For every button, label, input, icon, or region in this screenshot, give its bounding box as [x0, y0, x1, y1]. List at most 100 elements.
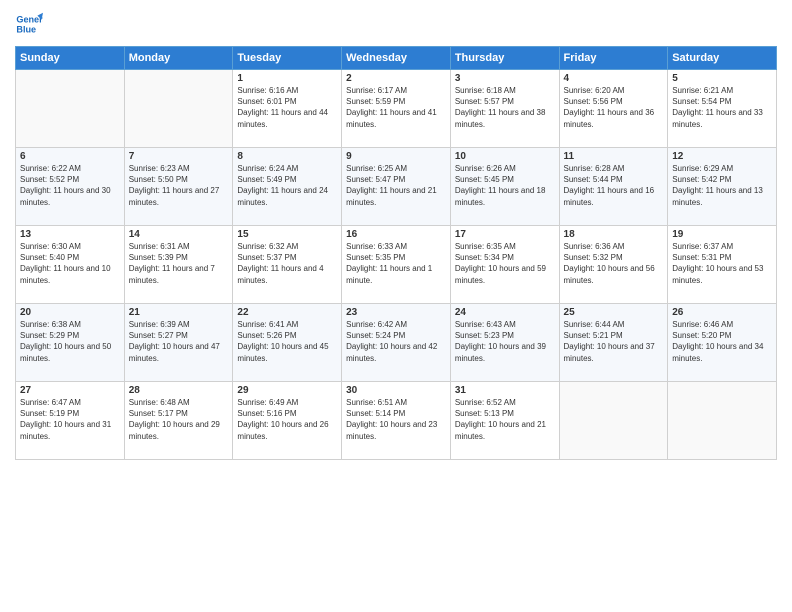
day-info: Daylight: 10 hours and 42 minutes.	[346, 341, 446, 363]
day-info: Sunset: 5:39 PM	[129, 252, 229, 263]
day-number: 10	[455, 151, 555, 162]
day-info: Sunrise: 6:41 AM	[237, 319, 337, 330]
day-number: 1	[237, 73, 337, 84]
day-info: Daylight: 10 hours and 31 minutes.	[20, 419, 120, 441]
day-cell	[124, 70, 233, 148]
day-number: 22	[237, 307, 337, 318]
day-info: Daylight: 11 hours and 44 minutes.	[237, 107, 337, 129]
day-info: Sunset: 5:45 PM	[455, 174, 555, 185]
day-info: Sunrise: 6:24 AM	[237, 163, 337, 174]
day-info: Daylight: 10 hours and 47 minutes.	[129, 341, 229, 363]
day-number: 24	[455, 307, 555, 318]
day-number: 14	[129, 229, 229, 240]
day-info: Sunset: 5:31 PM	[672, 252, 772, 263]
day-info: Sunrise: 6:26 AM	[455, 163, 555, 174]
day-info: Daylight: 11 hours and 7 minutes.	[129, 263, 229, 285]
day-cell: 25Sunrise: 6:44 AMSunset: 5:21 PMDayligh…	[559, 304, 668, 382]
day-number: 30	[346, 385, 446, 396]
day-number: 31	[455, 385, 555, 396]
day-number: 23	[346, 307, 446, 318]
day-info: Sunset: 5:40 PM	[20, 252, 120, 263]
day-number: 12	[672, 151, 772, 162]
header-row: SundayMondayTuesdayWednesdayThursdayFrid…	[16, 47, 777, 70]
day-info: Daylight: 10 hours and 45 minutes.	[237, 341, 337, 363]
day-cell: 9Sunrise: 6:25 AMSunset: 5:47 PMDaylight…	[342, 148, 451, 226]
day-info: Daylight: 11 hours and 38 minutes.	[455, 107, 555, 129]
day-info: Sunset: 5:27 PM	[129, 330, 229, 341]
day-info: Sunrise: 6:21 AM	[672, 85, 772, 96]
day-number: 18	[564, 229, 664, 240]
day-info: Sunset: 5:24 PM	[346, 330, 446, 341]
day-info: Daylight: 11 hours and 36 minutes.	[564, 107, 664, 129]
day-info: Daylight: 10 hours and 21 minutes.	[455, 419, 555, 441]
day-number: 27	[20, 385, 120, 396]
week-row-5: 27Sunrise: 6:47 AMSunset: 5:19 PMDayligh…	[16, 382, 777, 460]
day-number: 29	[237, 385, 337, 396]
day-info: Daylight: 11 hours and 16 minutes.	[564, 185, 664, 207]
day-cell: 10Sunrise: 6:26 AMSunset: 5:45 PMDayligh…	[450, 148, 559, 226]
day-cell: 11Sunrise: 6:28 AMSunset: 5:44 PMDayligh…	[559, 148, 668, 226]
day-number: 3	[455, 73, 555, 84]
day-cell: 30Sunrise: 6:51 AMSunset: 5:14 PMDayligh…	[342, 382, 451, 460]
day-info: Sunrise: 6:46 AM	[672, 319, 772, 330]
day-cell: 8Sunrise: 6:24 AMSunset: 5:49 PMDaylight…	[233, 148, 342, 226]
day-info: Daylight: 10 hours and 37 minutes.	[564, 341, 664, 363]
day-info: Sunset: 5:37 PM	[237, 252, 337, 263]
day-cell: 15Sunrise: 6:32 AMSunset: 5:37 PMDayligh…	[233, 226, 342, 304]
day-number: 7	[129, 151, 229, 162]
day-info: Daylight: 11 hours and 13 minutes.	[672, 185, 772, 207]
day-info: Sunset: 5:17 PM	[129, 408, 229, 419]
day-number: 26	[672, 307, 772, 318]
day-number: 5	[672, 73, 772, 84]
week-row-2: 6Sunrise: 6:22 AMSunset: 5:52 PMDaylight…	[16, 148, 777, 226]
day-number: 4	[564, 73, 664, 84]
day-info: Sunrise: 6:22 AM	[20, 163, 120, 174]
day-info: Daylight: 10 hours and 59 minutes.	[455, 263, 555, 285]
day-number: 19	[672, 229, 772, 240]
day-info: Daylight: 11 hours and 27 minutes.	[129, 185, 229, 207]
svg-text:Blue: Blue	[16, 24, 36, 34]
day-info: Sunset: 5:20 PM	[672, 330, 772, 341]
day-info: Sunrise: 6:29 AM	[672, 163, 772, 174]
day-info: Daylight: 11 hours and 10 minutes.	[20, 263, 120, 285]
day-info: Sunrise: 6:39 AM	[129, 319, 229, 330]
day-cell: 6Sunrise: 6:22 AMSunset: 5:52 PMDaylight…	[16, 148, 125, 226]
day-header-saturday: Saturday	[668, 47, 777, 70]
day-number: 11	[564, 151, 664, 162]
day-info: Sunset: 5:16 PM	[237, 408, 337, 419]
day-cell: 19Sunrise: 6:37 AMSunset: 5:31 PMDayligh…	[668, 226, 777, 304]
day-info: Sunrise: 6:49 AM	[237, 397, 337, 408]
day-cell: 18Sunrise: 6:36 AMSunset: 5:32 PMDayligh…	[559, 226, 668, 304]
day-info: Sunrise: 6:44 AM	[564, 319, 664, 330]
header: General Blue	[15, 10, 777, 38]
day-info: Sunset: 5:13 PM	[455, 408, 555, 419]
day-info: Sunrise: 6:47 AM	[20, 397, 120, 408]
day-info: Sunrise: 6:35 AM	[455, 241, 555, 252]
day-header-monday: Monday	[124, 47, 233, 70]
day-info: Sunset: 5:32 PM	[564, 252, 664, 263]
logo: General Blue	[15, 10, 49, 38]
day-number: 16	[346, 229, 446, 240]
day-cell: 3Sunrise: 6:18 AMSunset: 5:57 PMDaylight…	[450, 70, 559, 148]
day-number: 2	[346, 73, 446, 84]
day-header-friday: Friday	[559, 47, 668, 70]
week-row-3: 13Sunrise: 6:30 AMSunset: 5:40 PMDayligh…	[16, 226, 777, 304]
day-info: Daylight: 11 hours and 33 minutes.	[672, 107, 772, 129]
day-info: Sunset: 6:01 PM	[237, 96, 337, 107]
day-info: Sunrise: 6:51 AM	[346, 397, 446, 408]
day-info: Sunrise: 6:25 AM	[346, 163, 446, 174]
day-info: Sunset: 5:14 PM	[346, 408, 446, 419]
week-row-4: 20Sunrise: 6:38 AMSunset: 5:29 PMDayligh…	[16, 304, 777, 382]
day-info: Daylight: 11 hours and 18 minutes.	[455, 185, 555, 207]
logo-icon: General Blue	[15, 10, 43, 38]
day-cell: 20Sunrise: 6:38 AMSunset: 5:29 PMDayligh…	[16, 304, 125, 382]
day-info: Sunset: 5:44 PM	[564, 174, 664, 185]
day-info: Daylight: 10 hours and 56 minutes.	[564, 263, 664, 285]
day-info: Sunrise: 6:28 AM	[564, 163, 664, 174]
day-cell: 1Sunrise: 6:16 AMSunset: 6:01 PMDaylight…	[233, 70, 342, 148]
day-info: Daylight: 11 hours and 1 minute.	[346, 263, 446, 285]
day-info: Sunrise: 6:30 AM	[20, 241, 120, 252]
day-info: Daylight: 11 hours and 21 minutes.	[346, 185, 446, 207]
day-cell	[559, 382, 668, 460]
day-number: 15	[237, 229, 337, 240]
